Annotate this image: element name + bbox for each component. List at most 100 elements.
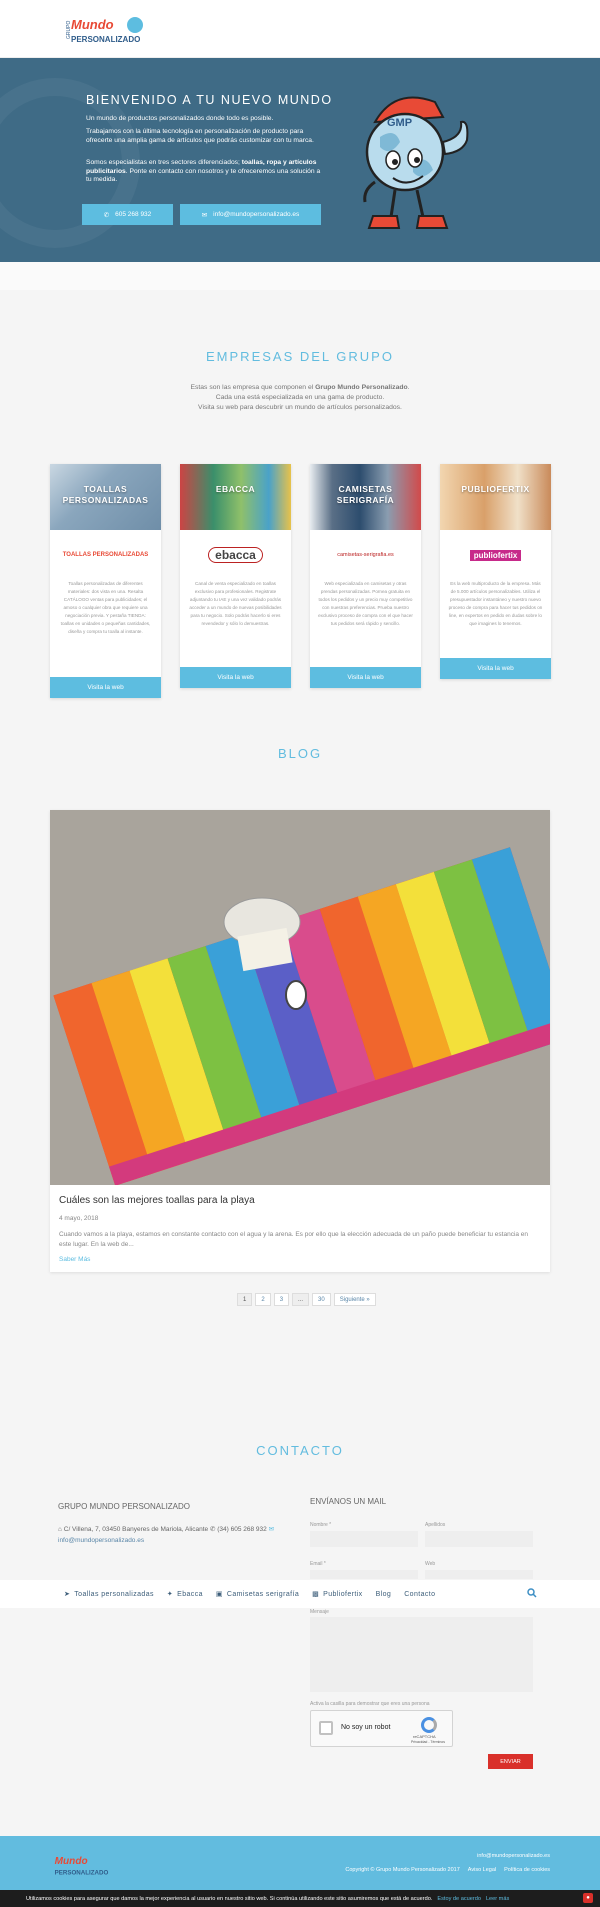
read-more-link[interactable]: Saber Más: [59, 1256, 90, 1263]
web-input[interactable]: [425, 1570, 533, 1579]
towel-icon: ➤: [64, 1591, 71, 1598]
surname-input[interactable]: [425, 1531, 533, 1547]
cookie-text: Utilizamos cookies para asegurar que dam…: [26, 1895, 433, 1902]
svg-text:Mundo: Mundo: [55, 1856, 88, 1867]
company-card-ebacca: Ebacca ebacca Canal de venta especializa…: [180, 464, 291, 688]
address-block: ⌂ C/ Villena, 7, 03450 Banyeres de Mario…: [58, 1524, 288, 1546]
captcha-checkbox[interactable]: [319, 1721, 333, 1735]
form-title: ENVÍANOS UN MAIL: [310, 1497, 387, 1506]
footer-email[interactable]: info@mundopersonalizado.es: [477, 1853, 550, 1859]
svg-text:GMP: GMP: [387, 117, 412, 129]
main-navigation: ➤ Toallas personalizadas ✦ Ebacca ▣ Camiset…: [0, 1580, 600, 1608]
email-button-label: info@mundopersonalizado.es: [213, 211, 300, 218]
nav-item-ebacca[interactable]: ✦ Ebacca: [166, 1590, 203, 1599]
card-image: Camisetas serigrafía: [310, 464, 421, 530]
camisetas-logo: camisetas-serigrafia.es: [337, 552, 394, 558]
ebacca-icon: ✦: [166, 1591, 174, 1598]
phone-icon: ✆: [209, 1526, 216, 1533]
footer-logo[interactable]: Mundo PERSONALIZADO: [50, 1852, 112, 1878]
hero-text-1: Un mundo de productos personalizados don…: [86, 115, 274, 122]
card-description: Es la web multiproducto de la empresa. M…: [448, 581, 543, 626]
svg-text:PERSONALIZADO: PERSONALIZADO: [71, 35, 140, 44]
name-input[interactable]: [310, 1531, 418, 1547]
cookie-read-more-link[interactable]: Leer más: [486, 1896, 509, 1902]
card-image: Toallas personalizadas: [50, 464, 161, 530]
captcha-hint: Activa la casilla para demostrar que ere…: [310, 1701, 430, 1707]
page-3[interactable]: 3: [273, 1293, 290, 1306]
surname-label: Apellidos: [425, 1522, 446, 1528]
globe-mascot-illustration: GMP: [363, 96, 469, 229]
blog-post-card: Cuáles son las mejores toallas para la p…: [50, 810, 550, 1272]
recaptcha-widget: No soy un robot reCAPTCHA Privacidad - T…: [310, 1710, 453, 1747]
contact-phone: (34) 605 268 932: [217, 1526, 267, 1533]
nav-item-toallas[interactable]: ➤ Toallas personalizadas: [64, 1590, 154, 1599]
svg-text:PERSONALIZADO: PERSONALIZADO: [55, 1869, 109, 1876]
message-textarea[interactable]: [310, 1617, 533, 1692]
company-card-publiofertix: Publiofertix publiofertix Es la web mult…: [440, 464, 551, 679]
site-logo[interactable]: GRUPO Mundo PERSONALIZADO: [65, 14, 145, 46]
page-2[interactable]: 2: [255, 1293, 271, 1306]
card-image: Ebacca: [180, 464, 291, 530]
visit-web-button[interactable]: Visita la web: [440, 658, 551, 679]
phone-icon: ✆: [103, 211, 110, 219]
company-card-toallas: Toallas personalizadas TOALLAS PERSONALI…: [50, 464, 161, 698]
recaptcha-icon: [421, 1717, 437, 1733]
cookie-accept-link[interactable]: Estoy de acuerdo: [437, 1896, 481, 1902]
post-excerpt: Cuando vamos a la playa, estamos en cons…: [59, 1231, 529, 1248]
nav-item-contacto[interactable]: Contacto: [404, 1591, 435, 1598]
cookie-icon[interactable]: ●: [583, 1893, 593, 1903]
legal-link[interactable]: Aviso Legal: [468, 1867, 496, 1873]
phone-button-label: 605 268 932: [115, 211, 152, 218]
captcha-label: No soy un robot: [341, 1724, 391, 1731]
email-label: Email *: [310, 1561, 326, 1567]
truck-icon: ▩: [312, 1591, 320, 1598]
contact-email-link[interactable]: info@mundopersonalizado.es: [58, 1537, 144, 1544]
email-input[interactable]: [310, 1570, 418, 1579]
phone-button[interactable]: ✆ 605 268 932: [82, 204, 173, 225]
copyright: Copyright © Grupo Mundo Personalizado 20…: [345, 1867, 460, 1873]
card-description: Canal de venta especializado en toallas …: [189, 581, 282, 626]
visit-web-button[interactable]: Visita la web: [180, 667, 291, 688]
companies-intro: Estas son las empresa que componen el Gr…: [190, 384, 410, 411]
cookie-banner: Utilizamos cookies para asegurar que dam…: [0, 1890, 600, 1907]
captcha-links[interactable]: Privacidad - Términos: [411, 1740, 445, 1744]
page-30[interactable]: 30: [312, 1293, 331, 1306]
card-description: Toallas personalizadas de diferentes mat…: [60, 581, 151, 634]
publiofertix-logo: publiofertix: [440, 530, 551, 580]
visit-web-button[interactable]: Visita la web: [50, 677, 161, 698]
post-date: 4 mayo, 2018: [59, 1215, 99, 1222]
captcha-brand: reCAPTCHA: [413, 1734, 436, 1739]
footer-links: Copyright © Grupo Mundo Personalizado 20…: [345, 1867, 550, 1873]
hero-text-2: Trabajamos con la última tecnología en p…: [86, 128, 314, 144]
ebacca-logo: ebacca: [180, 530, 291, 580]
nav-item-camisetas[interactable]: ▣ Camisetas serigrafía: [215, 1590, 299, 1599]
pagination: 1 2 3 ... 30 Siguiente »: [237, 1293, 376, 1306]
svg-text:Mundo: Mundo: [71, 17, 114, 32]
company-name: GRUPO MUNDO PERSONALIZADO: [58, 1502, 191, 1511]
next-page[interactable]: Siguiente »: [333, 1293, 376, 1306]
address: C/ Villena, 7, 03450 Banyeres de Mariola…: [63, 1526, 209, 1533]
page-ellipsis: ...: [292, 1293, 310, 1306]
cookies-policy-link[interactable]: Política de cookies: [504, 1867, 550, 1873]
send-button[interactable]: ENVIAR: [488, 1754, 533, 1769]
nav-item-blog[interactable]: Blog: [376, 1591, 392, 1598]
message-label: Mensaje: [310, 1609, 329, 1615]
nav-item-publiofertix[interactable]: ▩ Publiofertix: [312, 1590, 362, 1599]
post-title[interactable]: Cuáles son las mejores toallas para la p…: [59, 1195, 255, 1206]
card-image: Publiofertix: [440, 464, 551, 530]
search-icon[interactable]: [527, 1588, 537, 1598]
hero-title: Bienvenido a tu nuevo mundo: [86, 93, 333, 107]
visit-web-button[interactable]: Visita la web: [310, 667, 421, 688]
envelope-icon: ✉: [201, 211, 208, 219]
page-1[interactable]: 1: [237, 1293, 253, 1306]
tshirt-icon: ▣: [215, 1591, 223, 1598]
blog-title: Blog: [277, 746, 323, 761]
envelope-icon: ✉: [268, 1526, 275, 1533]
hero-text-3: Somos especialistas en tres sectores dif…: [86, 159, 321, 183]
card-description: Web especializada en camisetas y otras p…: [318, 581, 413, 626]
beach-towel-photo[interactable]: [50, 810, 550, 1185]
name-label: Nombre *: [310, 1522, 332, 1528]
company-card-camisetas: Camisetas serigrafía camisetas-serigrafi…: [310, 464, 421, 688]
toallas-logo: TOALLAS PERSONALIZADAS: [62, 552, 149, 558]
email-button[interactable]: ✉ info@mundopersonalizado.es: [180, 204, 321, 225]
